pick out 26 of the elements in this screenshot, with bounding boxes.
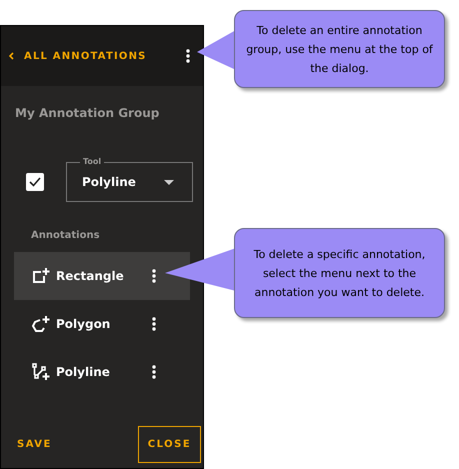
annotation-label: Polygon (56, 316, 112, 333)
callout-bubble: To delete a specific annotation, select the menu next to the annotation you want to delete. (234, 228, 445, 318)
callout-pointer (197, 30, 236, 72)
annotation-item[interactable]: Rectangle (14, 252, 190, 300)
annotation-label: Rectangle (56, 268, 125, 285)
menu-icon[interactable] (152, 365, 156, 379)
annotation-item[interactable]: Polygon (14, 300, 190, 348)
annotation-label: Polyline (56, 364, 111, 381)
annotation-item[interactable]: Polyline (14, 348, 190, 396)
close-button[interactable]: CLOSE (138, 426, 201, 463)
menu-icon[interactable] (152, 269, 156, 283)
back-link[interactable]: ALL ANNOTATIONS (9, 48, 147, 64)
tool-checkbox[interactable] (26, 173, 44, 191)
polyline-add-icon (32, 363, 50, 381)
annotations-heading: Annotations (30, 229, 101, 243)
tool-value: Polyline (82, 174, 136, 191)
chevron-left-icon (9, 52, 14, 60)
save-button[interactable]: SAVE (17, 437, 52, 452)
check-icon (29, 177, 41, 187)
group-name: My Annotation Group (14, 105, 160, 122)
callout-pointer (165, 248, 236, 293)
polygon-add-icon (32, 316, 50, 332)
menu-icon[interactable] (186, 49, 190, 63)
menu-icon[interactable] (152, 317, 156, 331)
rectangle-add-icon (32, 268, 50, 284)
dropdown-caret-icon (164, 180, 174, 184)
